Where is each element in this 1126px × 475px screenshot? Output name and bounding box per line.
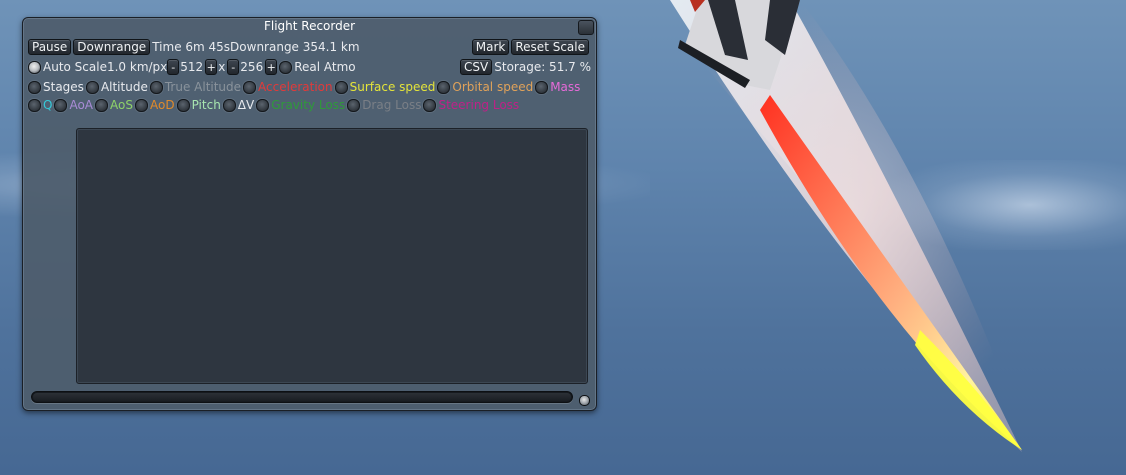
toggle-icon[interactable]	[243, 80, 257, 94]
graph-toggles-row-1: Stages Altitude True Altitude Acceleration S…	[28, 78, 591, 96]
real-atmo-toggle[interactable]	[279, 60, 293, 74]
graph-toggle-altitude[interactable]: Altitude	[85, 80, 148, 94]
graph-toggle-label: Acceleration	[258, 80, 333, 94]
graph-toggle-aoa[interactable]: AoA	[54, 98, 93, 112]
width-minus-button[interactable]: -	[167, 59, 180, 75]
close-button[interactable]	[578, 20, 594, 35]
height-plus-button[interactable]: +	[265, 59, 278, 75]
graph-toggle-v[interactable]: ΔV	[222, 98, 255, 112]
graph-toggle-label: Drag Loss	[362, 98, 422, 112]
toolbar-row: Pause Downrange Time 6m 45s Downrange 35…	[28, 38, 591, 56]
graph-toggle-label: Orbital speed	[452, 80, 534, 94]
graph-toggle-label: Pitch	[191, 98, 221, 112]
graph-toggle-stages[interactable]: Stages	[28, 80, 84, 94]
graph-plot-area[interactable]	[76, 128, 588, 384]
graph-toggle-steering-loss[interactable]: Steering Loss	[423, 98, 519, 112]
toggle-icon[interactable]	[535, 80, 549, 94]
flight-recorder-window[interactable]: Flight Recorder Pause Downrange Time 6m …	[22, 17, 597, 411]
width-plus-button[interactable]: +	[205, 59, 218, 75]
scale-row: Auto Scale 1.0 km/px - 512 + x - 256 + R…	[28, 58, 591, 76]
reset-scale-button[interactable]: Reset Scale	[511, 39, 589, 55]
scrollbar-thumb[interactable]	[33, 393, 571, 401]
downrange-button[interactable]: Downrange	[73, 39, 151, 55]
graph-toggle-acceleration[interactable]: Acceleration	[243, 80, 333, 94]
graph-toggle-mass[interactable]: Mass	[535, 80, 580, 94]
toggle-icon[interactable]	[222, 98, 236, 112]
mark-button[interactable]: Mark	[471, 39, 510, 55]
toggle-icon[interactable]	[28, 98, 41, 112]
width-value: 512	[180, 60, 204, 74]
auto-scale-label: Auto Scale	[43, 60, 107, 74]
time-readout: Time 6m 45s	[152, 40, 231, 54]
real-atmo-label: Real Atmo	[294, 60, 356, 74]
toggle-icon[interactable]	[256, 98, 270, 112]
auto-scale-toggle[interactable]	[28, 60, 41, 74]
height-minus-button[interactable]: -	[227, 59, 240, 75]
toggle-icon[interactable]	[95, 98, 109, 112]
graph-toggles-row-2: Q AoA AoS AoD Pitch ΔV Gravity Loss Drag Loss St…	[28, 96, 591, 114]
km-per-px-readout: 1.0 km/px	[106, 60, 168, 74]
horizontal-scrollbar[interactable]	[31, 391, 573, 403]
graph-toggle-drag-loss[interactable]: Drag Loss	[347, 98, 421, 112]
size-separator: x	[218, 60, 226, 74]
pause-button[interactable]: Pause	[28, 39, 72, 55]
graph-toggle-label: AoS	[110, 98, 133, 112]
graph-toggle-q[interactable]: Q	[28, 98, 52, 112]
toggle-icon[interactable]	[54, 98, 68, 112]
toggle-icon[interactable]	[85, 80, 99, 94]
graph-toggle-true-altitude[interactable]: True Altitude	[149, 80, 242, 94]
graph-toggle-label: Mass	[550, 80, 581, 94]
graph-toggle-label: Steering Loss	[438, 98, 520, 112]
graph-toggle-label: ΔV	[237, 98, 255, 112]
toggle-icon[interactable]	[149, 80, 163, 94]
graph-toggle-aod[interactable]: AoD	[134, 98, 175, 112]
graph-toggle-surface-speed[interactable]: Surface speed	[334, 80, 436, 94]
csv-button[interactable]: CSV	[460, 59, 493, 75]
downrange-readout: Downrange 354.1 km	[230, 40, 360, 54]
toggle-icon[interactable]	[423, 98, 437, 112]
graph-toggle-label: Gravity Loss	[271, 98, 346, 112]
graph-toggle-pitch[interactable]: Pitch	[176, 98, 221, 112]
graph-toggle-orbital-speed[interactable]: Orbital speed	[437, 80, 533, 94]
graph-toggle-label: AoA	[69, 98, 94, 112]
toggle-icon[interactable]	[437, 80, 451, 94]
toggle-icon[interactable]	[176, 98, 190, 112]
graph-toggle-label: Q	[43, 98, 53, 112]
graph-toggle-aos[interactable]: AoS	[95, 98, 133, 112]
cloud-haze-right	[880, 160, 1126, 250]
graph-toggle-label: True Altitude	[164, 80, 242, 94]
resize-handle[interactable]	[579, 395, 590, 406]
graph-toggle-label: AoD	[149, 98, 175, 112]
toggle-icon[interactable]	[334, 80, 348, 94]
toggle-icon[interactable]	[347, 98, 361, 112]
toggle-icon[interactable]	[134, 98, 148, 112]
graph-toggle-gravity-loss[interactable]: Gravity Loss	[256, 98, 345, 112]
window-title[interactable]: Flight Recorder	[23, 18, 596, 35]
graph-toggle-label: Altitude	[100, 80, 148, 94]
graph-toggle-label: Surface speed	[349, 80, 436, 94]
toggle-icon[interactable]	[28, 80, 41, 94]
graph-toggle-label: Stages	[43, 80, 84, 94]
height-value: 256	[240, 60, 264, 74]
storage-readout: Storage: 51.7 %	[494, 60, 591, 74]
